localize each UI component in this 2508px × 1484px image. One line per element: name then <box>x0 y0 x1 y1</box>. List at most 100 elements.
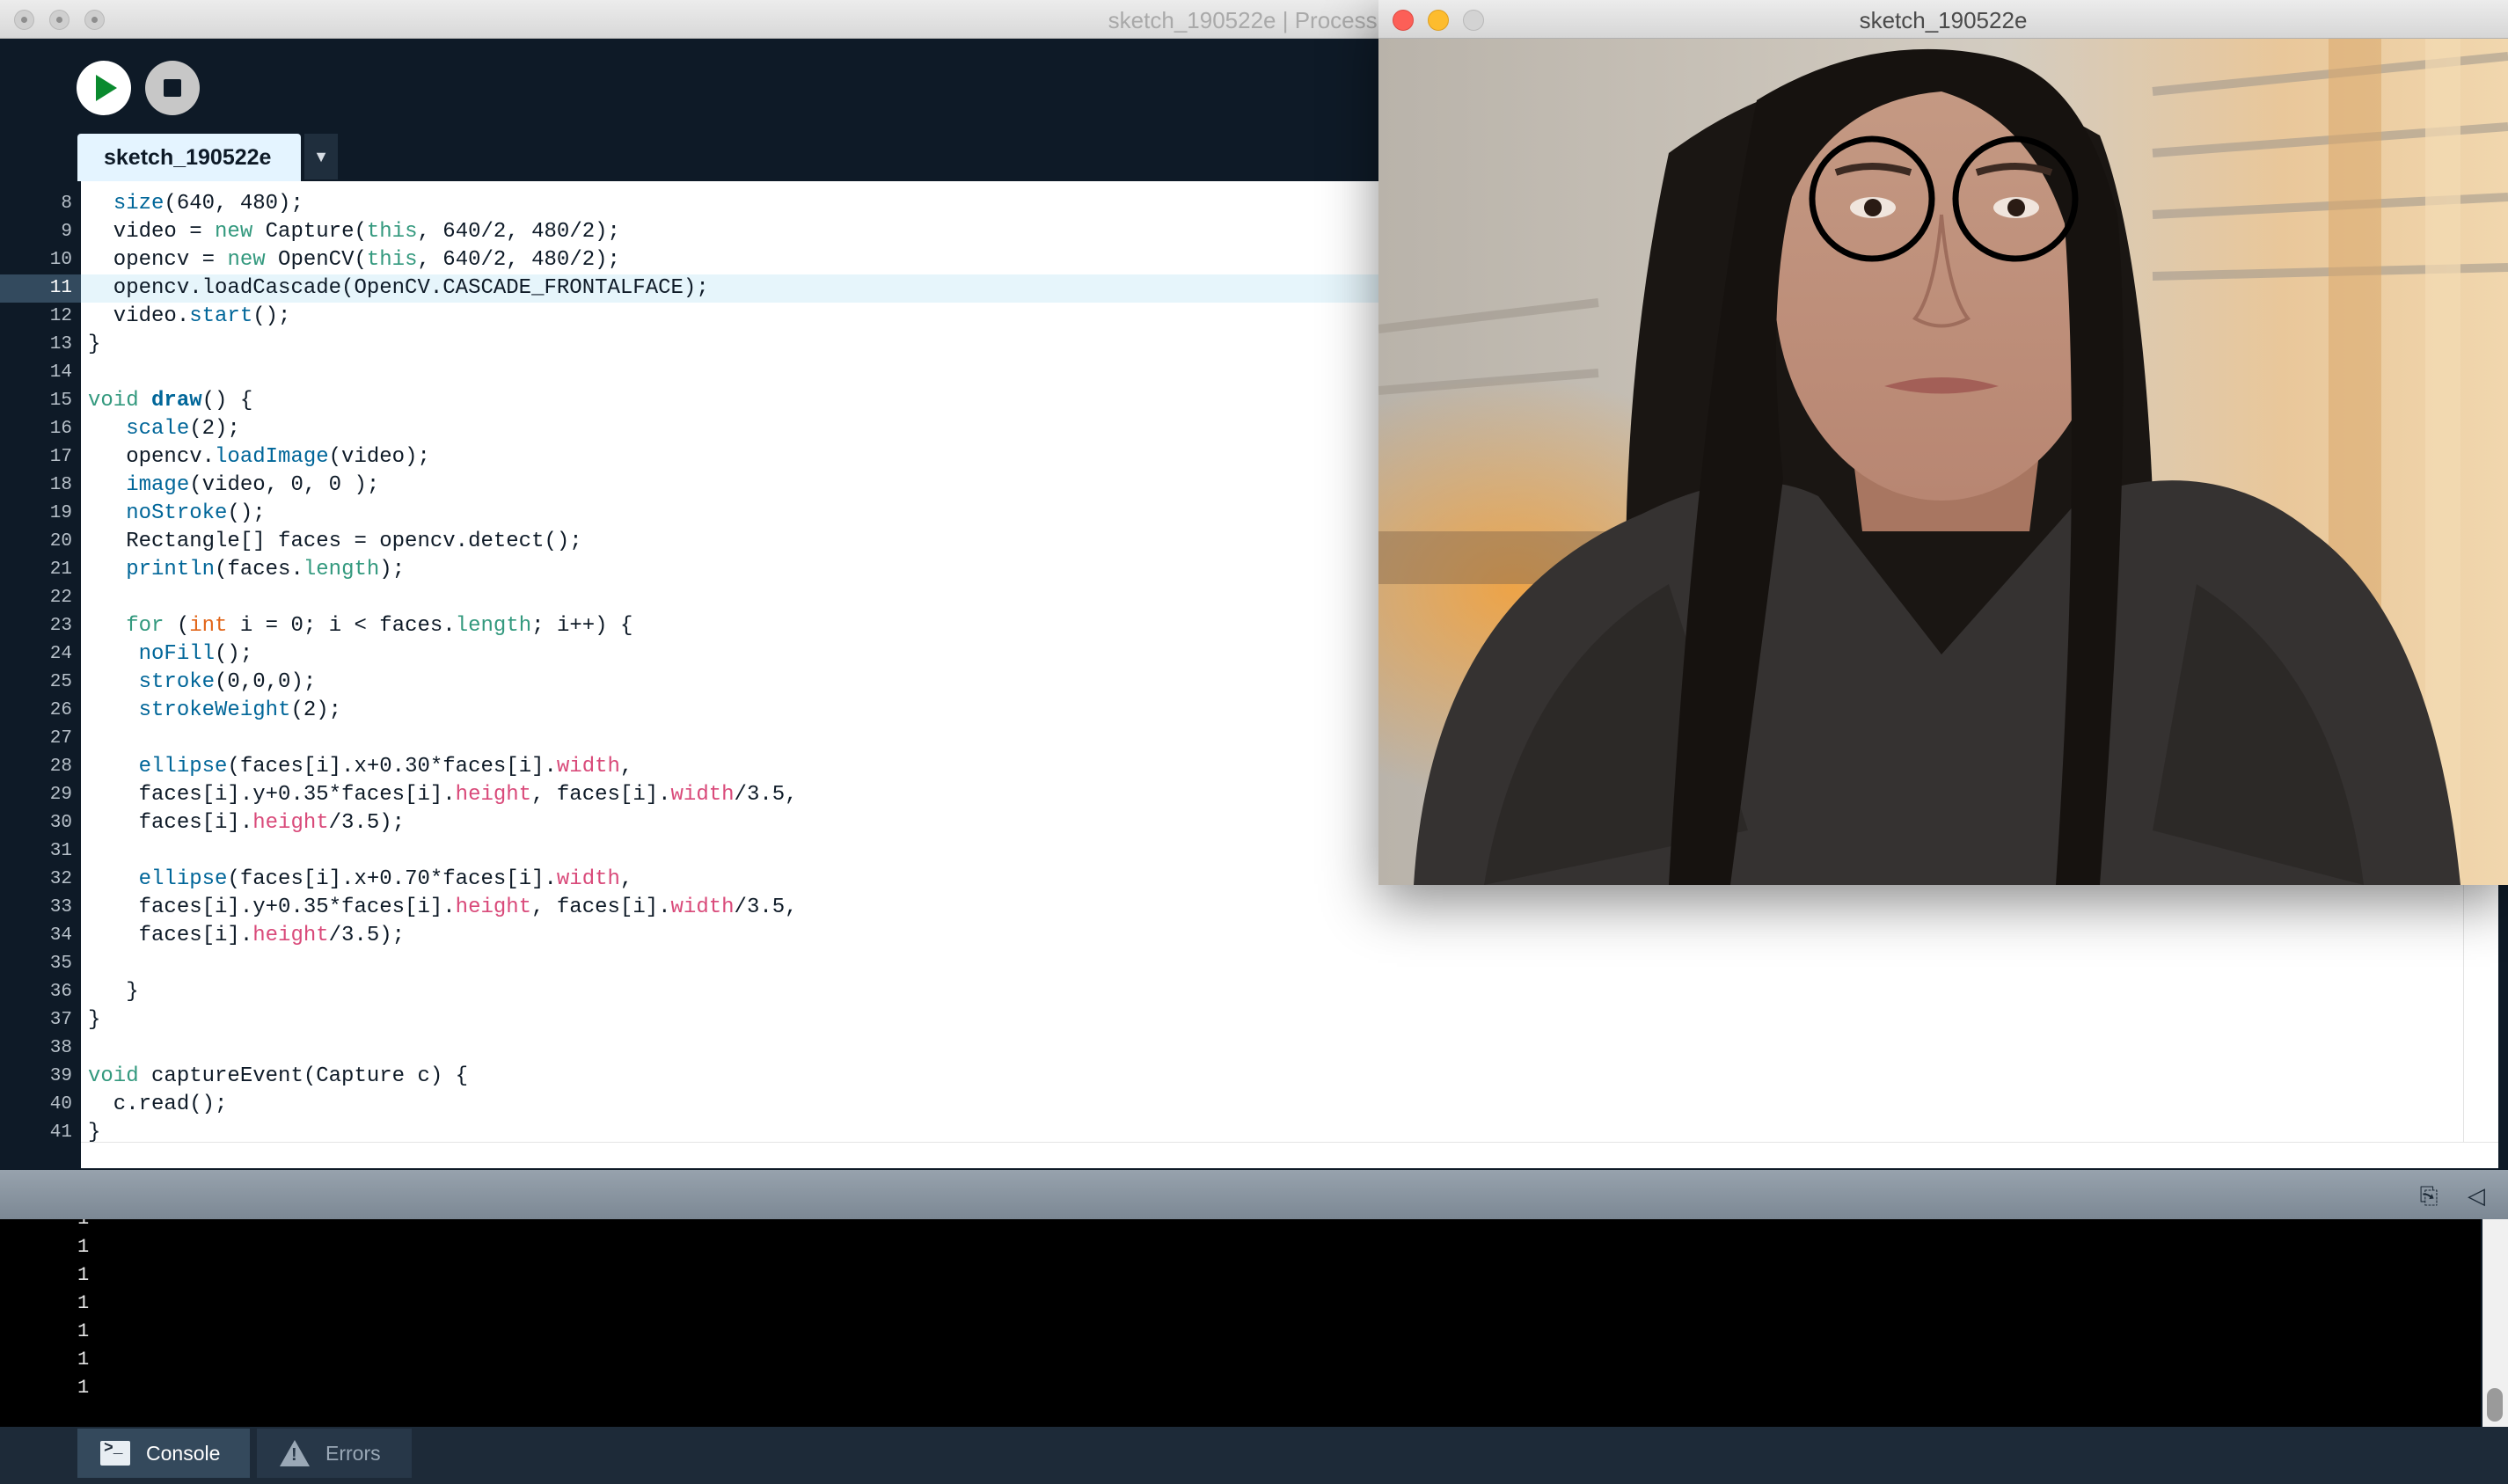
tab-errors[interactable]: Errors <box>257 1429 412 1478</box>
code-text: faces[i].y+0.35*faces[i].height, faces[i… <box>88 783 798 807</box>
code-text: faces[i].height/3.5); <box>88 811 406 835</box>
warning-icon <box>280 1440 310 1466</box>
line-number: 11 <box>0 274 81 303</box>
line-number-gutter: 8 9 10 11 12 13 14 15 16 17 18 19 20 21 22 23 24 25 26 27 28… <box>0 181 81 1143</box>
line-number: 14 <box>49 362 72 383</box>
code-line: } <box>81 1006 2463 1034</box>
code-text: size(640, 480); <box>113 192 303 216</box>
code-line: void captureEvent(Capture c) { <box>81 1063 2463 1091</box>
editor-horizontal-scrollbar[interactable] <box>81 1142 2498 1168</box>
code-text: println(faces.length); <box>126 558 406 581</box>
code-text: strokeWeight(2); <box>138 698 342 722</box>
line-number: 25 <box>49 672 72 692</box>
line-number: 22 <box>49 588 72 608</box>
console-scroll-thumb[interactable] <box>2487 1388 2503 1422</box>
code-text: } <box>88 1008 101 1032</box>
console-line: 1 <box>77 1219 89 1233</box>
stop-icon <box>164 79 181 97</box>
line-number: 10 <box>49 250 72 270</box>
code-text: for (int i = 0; i < faces.length; i++) { <box>126 614 633 638</box>
line-number: 30 <box>49 813 72 833</box>
code-text: } <box>88 1121 101 1142</box>
status-bar: Console Errors <box>0 1427 2508 1484</box>
code-text: opencv = new OpenCV(this, 640/2, 480/2); <box>88 248 620 272</box>
stop-button[interactable] <box>145 61 200 115</box>
code-text: Rectangle[] faces = opencv.detect(); <box>88 530 582 553</box>
console-line: 1 <box>77 1377 90 1399</box>
console-line: 1 <box>77 1320 90 1342</box>
line-number: 26 <box>49 700 72 720</box>
code-text: opencv.loadCascade(OpenCV.CASCADE_FRONTA… <box>88 276 709 300</box>
sketch-canvas[interactable] <box>1378 39 2508 885</box>
line-number: 29 <box>49 785 72 805</box>
code-text: scale(2); <box>126 417 240 441</box>
line-number: 13 <box>49 334 72 355</box>
code-line: } <box>81 978 2463 1006</box>
code-text: void captureEvent(Capture c) { <box>88 1064 469 1088</box>
tab-label: sketch_190522e <box>104 144 272 170</box>
code-line: } <box>81 1119 2463 1142</box>
line-number: 9 <box>61 222 72 242</box>
line-number: 27 <box>49 728 72 749</box>
line-number: 41 <box>49 1122 72 1143</box>
console-tab-label: Console <box>146 1441 221 1465</box>
code-text: ellipse(faces[i].x+0.30*faces[i].width, <box>138 755 633 779</box>
code-text: noFill(); <box>138 642 253 666</box>
line-number: 19 <box>49 503 72 523</box>
code-text: faces[i].height/3.5); <box>88 924 406 947</box>
terminal-icon <box>100 1440 130 1466</box>
line-number: 17 <box>49 447 72 467</box>
collapse-console-icon[interactable]: ◁ <box>2463 1182 2490 1209</box>
line-number: 18 <box>49 475 72 495</box>
line-number: 32 <box>49 869 72 889</box>
code-text: } <box>88 333 101 356</box>
console-line: 1 <box>77 1264 90 1286</box>
line-number: 39 <box>49 1066 72 1086</box>
code-text: void draw() { <box>88 389 253 413</box>
line-number: 34 <box>49 925 72 946</box>
console-line: 1 <box>77 1349 90 1371</box>
code-line: c.read(); <box>81 1091 2463 1119</box>
zoom-window-button[interactable] <box>84 10 105 30</box>
tab-menu-button[interactable]: ▼ <box>304 134 338 179</box>
line-number: 16 <box>49 419 72 439</box>
console-output: 1 1 1 1 1 1 1 <box>0 1219 2481 1427</box>
line-number: 33 <box>49 897 72 917</box>
line-number: 15 <box>49 391 72 411</box>
line-number: 36 <box>49 982 72 1002</box>
tab-sketch[interactable]: sketch_190522e <box>77 134 301 181</box>
code-text: video = new Capture(this, 640/2, 480/2); <box>88 220 620 244</box>
line-number: 21 <box>49 559 72 580</box>
webcam-frame-image <box>1378 39 2508 885</box>
errors-tab-label: Errors <box>325 1441 381 1465</box>
minimize-window-button[interactable] <box>49 10 69 30</box>
line-number: 23 <box>49 616 72 636</box>
code-line: faces[i].height/3.5); <box>81 922 2463 950</box>
code-text: video.start(); <box>88 304 291 328</box>
code-text: noStroke(); <box>126 501 266 525</box>
line-number: 20 <box>49 531 72 552</box>
line-number: 8 <box>61 194 72 214</box>
line-number: 24 <box>49 644 72 664</box>
code-text: ellipse(faces[i].x+0.70*faces[i].width, <box>138 867 633 891</box>
play-icon <box>96 75 117 101</box>
console-line: 1 <box>77 1236 90 1258</box>
tab-console[interactable]: Console <box>77 1429 250 1478</box>
line-number: 31 <box>49 841 72 861</box>
code-text: opencv.loadImage(video); <box>88 445 430 469</box>
sketch-output-window: sketch_190522e <box>1378 0 2508 885</box>
line-number: 28 <box>49 757 72 777</box>
console-line: 1 <box>77 1292 90 1314</box>
copy-icon[interactable]: ⎘ <box>2416 1182 2442 1209</box>
code-text: } <box>88 980 139 1004</box>
chevron-down-icon: ▼ <box>313 147 329 165</box>
close-window-button[interactable] <box>14 10 34 30</box>
code-text: image(video, 0, 0 ); <box>126 473 380 497</box>
run-button[interactable] <box>77 61 131 115</box>
console-header: ⎘ ◁ <box>0 1170 2508 1219</box>
line-number: 40 <box>49 1094 72 1115</box>
code-text: faces[i].y+0.35*faces[i].height, faces[i… <box>88 896 798 919</box>
line-number: 35 <box>49 954 72 974</box>
